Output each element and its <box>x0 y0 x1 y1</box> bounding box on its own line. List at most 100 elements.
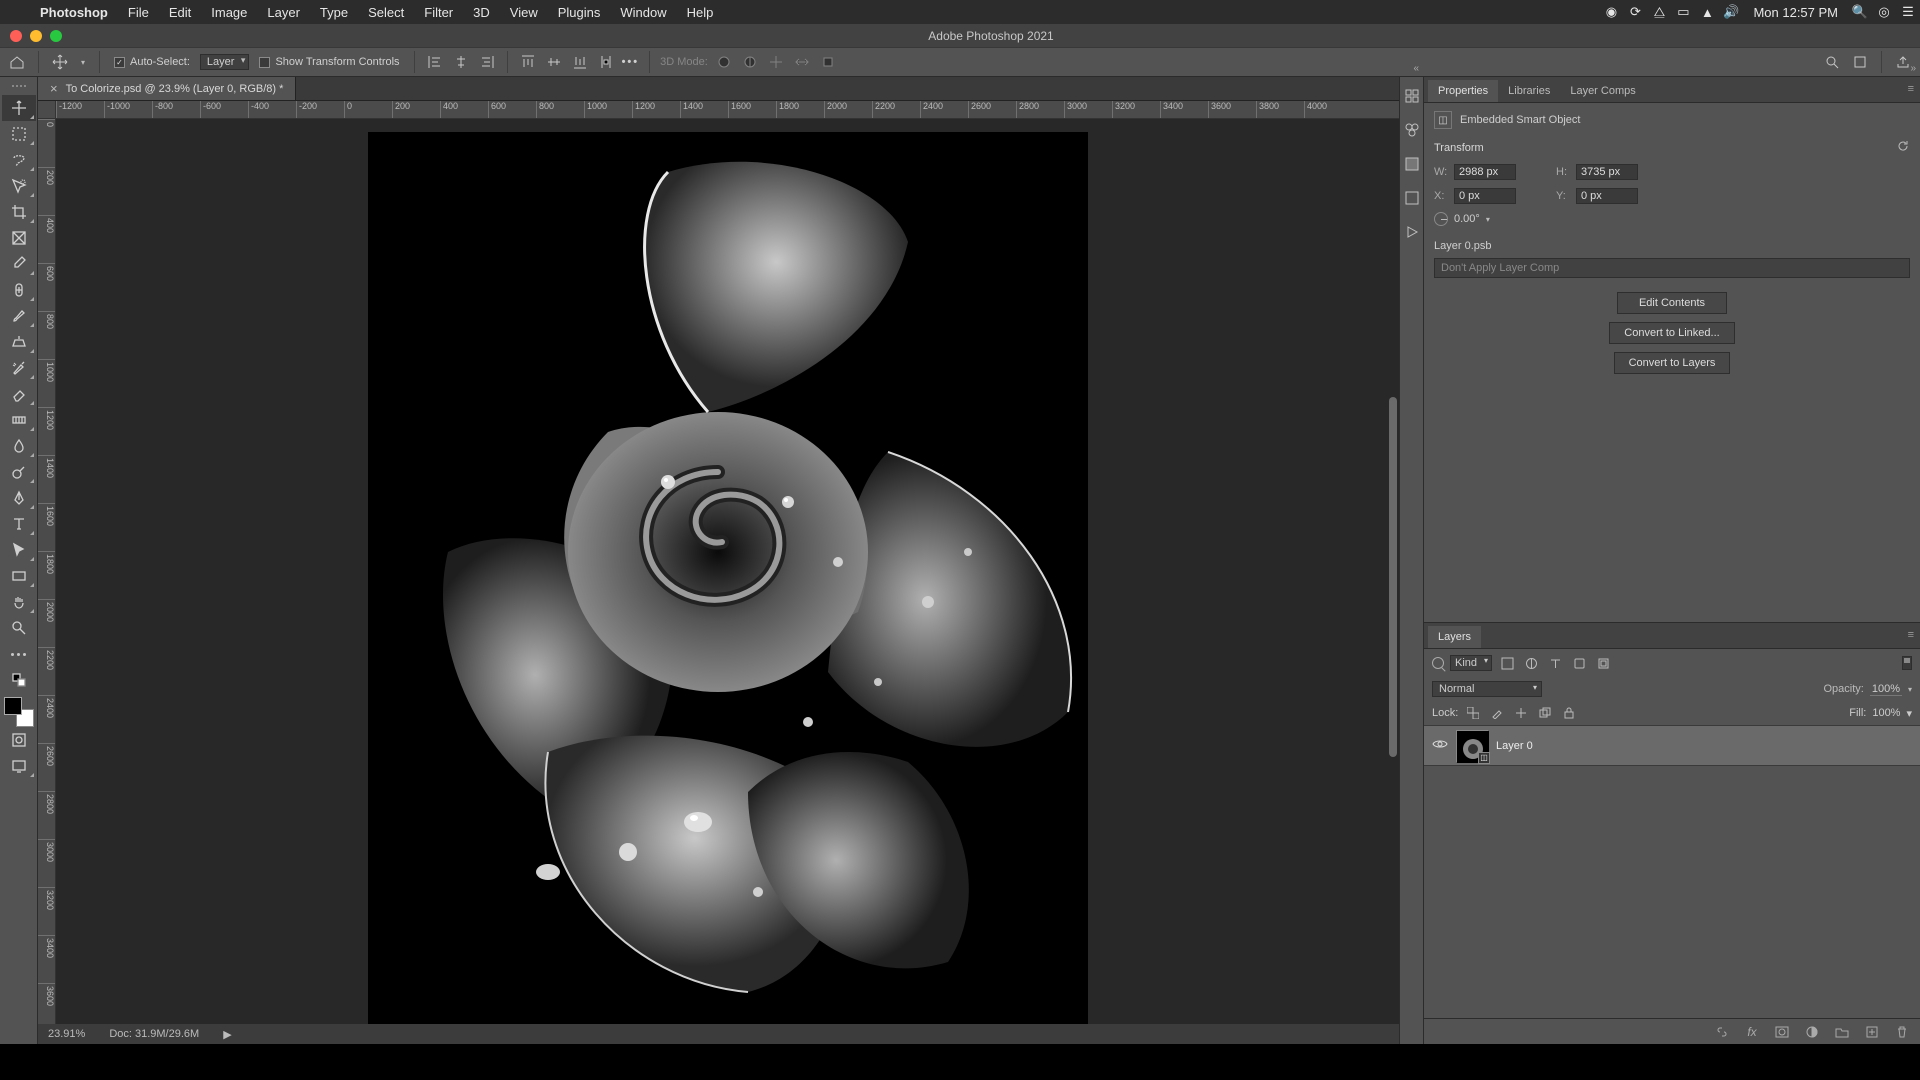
filter-pixel-icon[interactable] <box>1498 655 1516 671</box>
filter-type-icon[interactable] <box>1546 655 1564 671</box>
convert-to-layers-button[interactable]: Convert to Layers <box>1614 352 1731 374</box>
creative-cloud-icon[interactable]: ◉ <box>1599 4 1623 20</box>
rotation-dial[interactable] <box>1434 212 1448 226</box>
document-tab[interactable]: × To Colorize.psd @ 23.9% (Layer 0, RGB/… <box>38 77 296 100</box>
tab-layers[interactable]: Layers <box>1428 626 1481 648</box>
distribute-button[interactable] <box>596 53 616 71</box>
panel-menu-icon[interactable]: ≡ <box>1908 83 1914 95</box>
lock-nesting-icon[interactable] <box>1536 705 1554 721</box>
crop-tool[interactable] <box>2 199 36 225</box>
menu-layer[interactable]: Layer <box>257 5 310 20</box>
menu-help[interactable]: Help <box>677 5 724 20</box>
menu-image[interactable]: Image <box>201 5 257 20</box>
move-tool-icon[interactable] <box>49 51 71 73</box>
document-info[interactable]: Doc: 31.9M/29.6M <box>109 1028 199 1040</box>
blur-tool[interactable] <box>2 433 36 459</box>
lasso-tool[interactable] <box>2 147 36 173</box>
pen-tool[interactable] <box>2 485 36 511</box>
layer-effects-icon[interactable]: fx <box>1744 1024 1760 1040</box>
siri-icon[interactable]: ◎ <box>1872 4 1896 20</box>
menu-plugins[interactable]: Plugins <box>548 5 611 20</box>
display-icon[interactable]: ▭ <box>1671 4 1695 20</box>
type-tool[interactable] <box>2 511 36 537</box>
default-colors-button[interactable] <box>2 667 36 693</box>
layer-group-icon[interactable] <box>1834 1024 1850 1040</box>
lock-all-icon[interactable] <box>1560 705 1578 721</box>
vertical-scrollbar[interactable] <box>1389 397 1397 757</box>
width-input[interactable]: 2988 px <box>1454 164 1516 180</box>
screen-mode-button[interactable] <box>1849 51 1871 73</box>
status-arrow-icon[interactable]: ▶ <box>223 1028 231 1041</box>
filter-adjustment-icon[interactable] <box>1522 655 1540 671</box>
color-panel-icon[interactable] <box>1401 85 1423 107</box>
ruler-origin[interactable] <box>38 101 56 119</box>
search-button[interactable] <box>1821 51 1843 73</box>
blend-mode-dropdown[interactable]: Normal <box>1432 681 1542 697</box>
align-right-button[interactable] <box>477 53 497 71</box>
layers-panel-menu-icon[interactable]: ≡ <box>1908 629 1914 641</box>
minimize-window-button[interactable] <box>30 30 42 42</box>
zoom-window-button[interactable] <box>50 30 62 42</box>
expand-panels-arrow[interactable]: « <box>1413 63 1419 74</box>
y-input[interactable]: 0 px <box>1576 188 1638 204</box>
rotation-dropdown-arrow[interactable]: ▾ <box>1486 215 1490 224</box>
brush-tool[interactable] <box>2 303 36 329</box>
layer-mask-icon[interactable] <box>1774 1024 1790 1040</box>
more-align-button[interactable]: ••• <box>622 56 640 68</box>
menu-view[interactable]: View <box>500 5 548 20</box>
menu-3d[interactable]: 3D <box>463 5 500 20</box>
fill-input[interactable]: 100% <box>1872 707 1900 719</box>
layer-visibility-icon[interactable] <box>1432 738 1448 753</box>
layer-row[interactable]: ◫ Layer 0 <box>1424 726 1920 766</box>
canvas-viewport[interactable] <box>56 119 1399 1044</box>
align-hcenter-button[interactable] <box>451 53 471 71</box>
quick-select-tool[interactable] <box>2 173 36 199</box>
align-vcenter-button[interactable] <box>544 53 564 71</box>
color-swatch[interactable] <box>4 697 34 727</box>
filter-toggle-switch[interactable] <box>1902 656 1912 670</box>
menu-select[interactable]: Select <box>358 5 414 20</box>
horizontal-ruler[interactable]: -1200-1000-800-600-400-20002004006008001… <box>56 101 1399 119</box>
eyedropper-tool[interactable] <box>2 251 36 277</box>
menu-window[interactable]: Window <box>610 5 676 20</box>
auto-select-checkbox[interactable]: ✓ Auto-Select: <box>110 56 194 68</box>
battery-icon[interactable]: ▲ <box>1695 5 1719 20</box>
menu-edit[interactable]: Edit <box>159 5 201 20</box>
filter-smartobject-icon[interactable] <box>1594 655 1612 671</box>
path-select-tool[interactable] <box>2 537 36 563</box>
fill-dropdown-arrow[interactable]: ▾ <box>1906 707 1912 720</box>
actions-panel-icon[interactable] <box>1401 221 1423 243</box>
menu-file[interactable]: File <box>118 5 159 20</box>
spotlight-icon[interactable]: 🔍 <box>1848 4 1872 20</box>
toolbox-grip[interactable] <box>4 85 34 91</box>
gradients-panel-icon[interactable] <box>1401 153 1423 175</box>
auto-select-target-dropdown[interactable]: Layer <box>200 54 250 70</box>
align-bottom-button[interactable] <box>570 53 590 71</box>
healing-brush-tool[interactable] <box>2 277 36 303</box>
lock-paint-icon[interactable] <box>1488 705 1506 721</box>
sync-icon[interactable]: ⟳ <box>1623 4 1647 20</box>
close-tab-icon[interactable]: × <box>50 81 58 96</box>
layer-comp-dropdown[interactable]: Don't Apply Layer Comp <box>1434 258 1910 278</box>
opacity-dropdown-arrow[interactable]: ▾ <box>1908 685 1912 694</box>
tab-libraries[interactable]: Libraries <box>1498 80 1560 102</box>
align-top-button[interactable] <box>518 53 538 71</box>
wifi-icon[interactable]: ⧋ <box>1647 4 1671 20</box>
dodge-tool[interactable] <box>2 459 36 485</box>
rectangle-tool[interactable] <box>2 563 36 589</box>
edit-contents-button[interactable]: Edit Contents <box>1617 292 1727 314</box>
quick-mask-button[interactable] <box>2 727 36 753</box>
rotation-input[interactable]: 0.00° <box>1454 213 1480 225</box>
link-layers-icon[interactable] <box>1714 1024 1730 1040</box>
screen-mode-tool[interactable] <box>2 753 36 779</box>
collapse-panels-arrow[interactable]: » <box>1910 63 1916 74</box>
delete-layer-icon[interactable] <box>1894 1024 1910 1040</box>
edit-toolbar-button[interactable] <box>2 641 36 667</box>
new-layer-icon[interactable] <box>1864 1024 1880 1040</box>
marquee-tool[interactable] <box>2 121 36 147</box>
swatches-panel-icon[interactable] <box>1401 119 1423 141</box>
x-input[interactable]: 0 px <box>1454 188 1516 204</box>
volume-icon[interactable]: 🔊 <box>1719 4 1743 20</box>
close-window-button[interactable] <box>10 30 22 42</box>
patterns-panel-icon[interactable] <box>1401 187 1423 209</box>
